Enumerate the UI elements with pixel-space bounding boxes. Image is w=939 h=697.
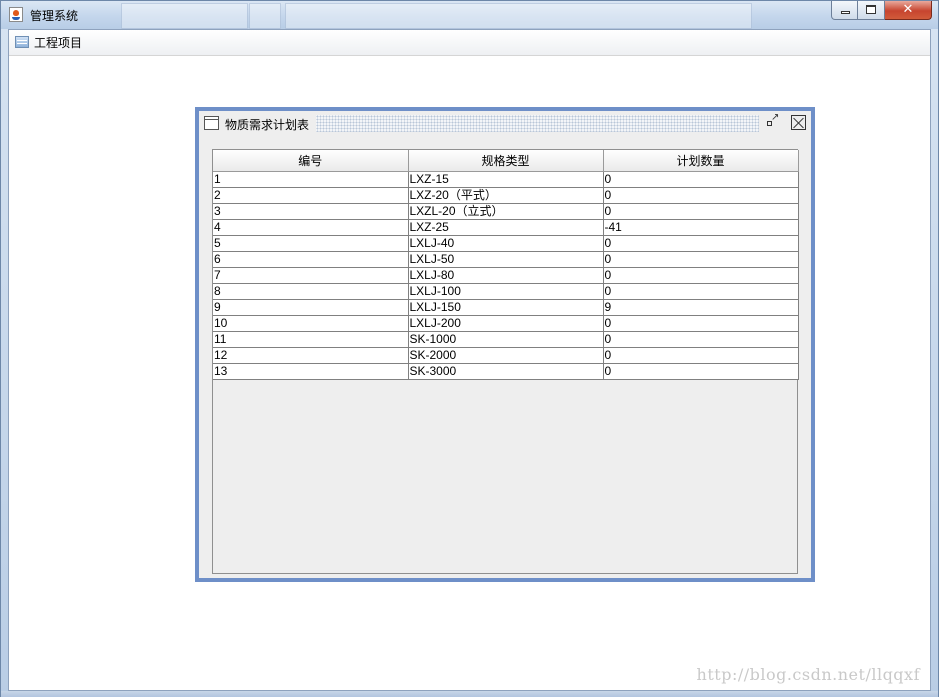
- title-bar[interactable]: 管理系统 ✕: [1, 1, 938, 29]
- menu-item-icon: [15, 36, 29, 48]
- close-button[interactable]: ✕: [885, 1, 932, 20]
- frame-close-icon[interactable]: [791, 115, 806, 130]
- table-row[interactable]: 3 LXZL-20（立式） 0: [213, 203, 799, 220]
- table-header-row: 编号 规格类型 计划数量: [213, 150, 799, 172]
- cell-spec[interactable]: LXZ-25: [408, 219, 604, 236]
- window-icon: [204, 116, 219, 130]
- cell-id[interactable]: 7: [213, 267, 409, 284]
- window-title: 管理系统: [30, 9, 79, 23]
- cell-spec[interactable]: LXLJ-200: [408, 315, 604, 332]
- cell-spec[interactable]: LXZ-20（平式）: [408, 187, 604, 204]
- cell-id[interactable]: 10: [213, 315, 409, 332]
- iconify-icon[interactable]: [765, 112, 780, 130]
- table-row[interactable]: 10 LXLJ-200 0: [213, 315, 799, 332]
- table-row[interactable]: 1 LXZ-15 0: [213, 171, 799, 188]
- cell-spec[interactable]: SK-1000: [408, 331, 604, 348]
- background-ghost: [285, 3, 752, 29]
- cell-id[interactable]: 5: [213, 235, 409, 252]
- plan-table: 编号 规格类型 计划数量 1 LXZ-15 0 2 LXZ-20（平式） 0 3 LXZL…: [213, 150, 799, 380]
- cell-id[interactable]: 9: [213, 299, 409, 316]
- cell-quantity[interactable]: 0: [603, 235, 799, 252]
- cell-spec[interactable]: LXLJ-100: [408, 283, 604, 300]
- maximize-icon: [866, 5, 876, 14]
- table-row[interactable]: 5 LXLJ-40 0: [213, 235, 799, 252]
- window-bottom-border: [1, 691, 938, 697]
- cell-id[interactable]: 6: [213, 251, 409, 268]
- table-row[interactable]: 8 LXLJ-100 0: [213, 283, 799, 300]
- cell-quantity[interactable]: 9: [603, 299, 799, 316]
- cell-spec[interactable]: SK-2000: [408, 347, 604, 364]
- table-row[interactable]: 7 LXLJ-80 0: [213, 267, 799, 284]
- menu-item-project[interactable]: 工程项目: [12, 32, 86, 52]
- cell-quantity[interactable]: 0: [603, 283, 799, 300]
- background-ghost: [121, 3, 248, 29]
- cell-quantity[interactable]: 0: [603, 187, 799, 204]
- cell-spec[interactable]: LXZ-15: [408, 171, 604, 188]
- menu-item-label: 工程项目: [34, 35, 83, 50]
- column-header-spec[interactable]: 规格类型: [408, 150, 604, 172]
- cell-quantity[interactable]: 0: [603, 347, 799, 364]
- cell-id[interactable]: 12: [213, 347, 409, 364]
- internal-frame-title: 物质需求计划表: [225, 118, 310, 132]
- cell-spec[interactable]: LXLJ-50: [408, 251, 604, 268]
- background-ghost: [249, 3, 281, 29]
- table-row[interactable]: 12 SK-2000 0: [213, 347, 799, 364]
- table-row[interactable]: 6 LXLJ-50 0: [213, 251, 799, 268]
- cell-id[interactable]: 3: [213, 203, 409, 220]
- main-window: 管理系统 ✕ 工程项目 物质需求计划表 ↗ 编号 规格类型 计划数量 1 LXZ…: [0, 0, 939, 697]
- cell-spec[interactable]: SK-3000: [408, 363, 604, 380]
- desktop-pane: 物质需求计划表 编号 规格类型 计划数量: [9, 56, 930, 690]
- watermark-text: http://blog.csdn.net/llqqxf: [696, 665, 920, 684]
- minimize-icon: [841, 11, 850, 14]
- maximize-button[interactable]: [858, 1, 885, 20]
- cell-quantity[interactable]: 0: [603, 251, 799, 268]
- internal-frame-title-bar[interactable]: 物质需求计划表: [199, 111, 811, 136]
- java-cup-icon[interactable]: [9, 7, 23, 22]
- cell-quantity[interactable]: 0: [603, 331, 799, 348]
- cell-spec[interactable]: LXZL-20（立式）: [408, 203, 604, 220]
- minimize-button[interactable]: [831, 1, 858, 20]
- table-row[interactable]: 2 LXZ-20（平式） 0: [213, 187, 799, 204]
- table-row[interactable]: 11 SK-1000 0: [213, 331, 799, 348]
- client-area: 工程项目 物质需求计划表 编号: [8, 29, 931, 691]
- internal-frame[interactable]: 物质需求计划表 编号 规格类型 计划数量: [195, 107, 815, 582]
- cell-id[interactable]: 1: [213, 171, 409, 188]
- menu-bar: 工程项目: [9, 30, 930, 56]
- title-bar-texture: [316, 115, 759, 132]
- cell-quantity[interactable]: 0: [603, 315, 799, 332]
- cell-id[interactable]: 13: [213, 363, 409, 380]
- cell-quantity[interactable]: 0: [603, 171, 799, 188]
- column-header-id[interactable]: 编号: [213, 150, 409, 172]
- close-icon: ✕: [902, 2, 914, 17]
- window-controls: ✕: [831, 1, 932, 21]
- cell-id[interactable]: 2: [213, 187, 409, 204]
- cell-spec[interactable]: LXLJ-40: [408, 235, 604, 252]
- table-row[interactable]: 13 SK-3000 0: [213, 363, 799, 380]
- cell-quantity[interactable]: 0: [603, 203, 799, 220]
- cell-id[interactable]: 4: [213, 219, 409, 236]
- cell-id[interactable]: 11: [213, 331, 409, 348]
- cell-spec[interactable]: LXLJ-80: [408, 267, 604, 284]
- table-row[interactable]: 9 LXLJ-150 9: [213, 299, 799, 316]
- column-header-quantity[interactable]: 计划数量: [603, 150, 799, 172]
- cell-spec[interactable]: LXLJ-150: [408, 299, 604, 316]
- table-row[interactable]: 4 LXZ-25 -41: [213, 219, 799, 236]
- cell-quantity[interactable]: 0: [603, 267, 799, 284]
- cell-quantity[interactable]: 0: [603, 363, 799, 380]
- table-scroll-pane[interactable]: 编号 规格类型 计划数量 1 LXZ-15 0 2 LXZ-20（平式） 0 3 LXZL…: [212, 149, 799, 574]
- cell-quantity[interactable]: -41: [603, 219, 799, 236]
- cell-id[interactable]: 8: [213, 283, 409, 300]
